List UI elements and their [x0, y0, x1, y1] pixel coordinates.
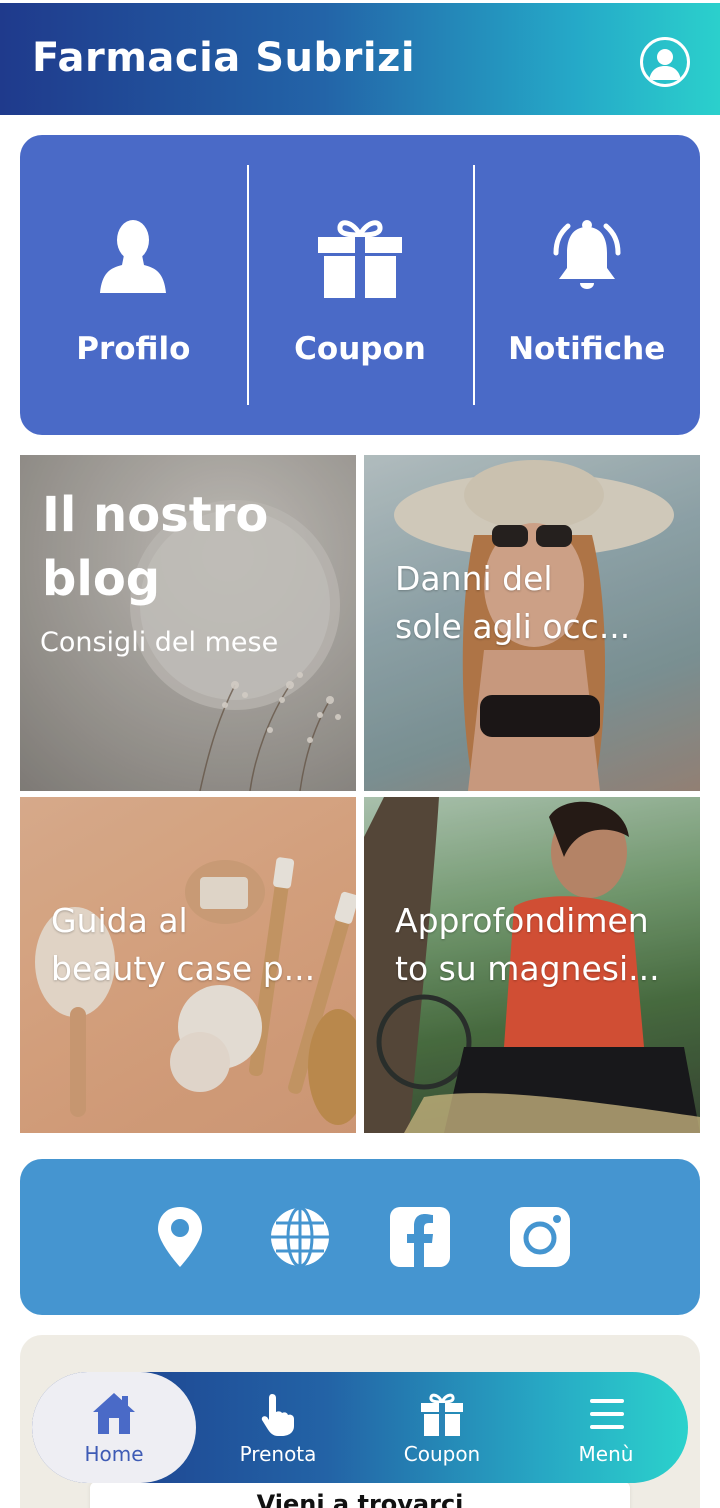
article-title: Guida al beauty case p...: [51, 897, 332, 993]
app-header: Farmacia Subrizi: [0, 0, 720, 115]
blog-tile[interactable]: Il nostro blog Consigli del mese: [20, 455, 356, 791]
article-title-line1: Guida al: [51, 901, 188, 940]
hamburger-menu-icon: [590, 1398, 624, 1429]
blog-title: Il nostro blog: [42, 483, 268, 611]
article-title-line2: to su magnesi...: [395, 949, 660, 988]
profile-button[interactable]: Profilo: [20, 135, 247, 435]
gift-icon: [421, 1393, 463, 1436]
home-icon: [93, 1392, 135, 1434]
article-title: Danni del sole agli occ...: [395, 555, 676, 651]
social-links-bar: [20, 1159, 700, 1315]
nav-coupon-label: Coupon: [403, 1441, 481, 1466]
globe-icon[interactable]: [268, 1205, 332, 1269]
blog-title-line1: Il nostro: [42, 487, 269, 543]
blog-title-line2: blog: [42, 551, 161, 607]
profile-label: Profilo: [76, 331, 191, 367]
instagram-icon[interactable]: [508, 1205, 572, 1269]
article-title-line2: beauty case p...: [51, 949, 316, 988]
visit-label: Vieni a trovarci: [256, 1490, 464, 1508]
gift-icon: [318, 220, 402, 298]
nav-prenota[interactable]: Prenota: [196, 1372, 360, 1483]
article-title-line2: sole agli occ...: [395, 607, 631, 646]
blog-subtitle: Consigli del mese: [40, 627, 279, 658]
visit-card[interactable]: Vieni a trovarci: [90, 1482, 630, 1508]
person-icon: [100, 220, 167, 293]
app-screen: Farmacia Subrizi Profilo Coupon Notifich…: [0, 0, 720, 1508]
article-title-line1: Danni del: [395, 559, 553, 598]
coupon-button[interactable]: Coupon: [246, 135, 474, 435]
article-tile[interactable]: Guida al beauty case p...: [20, 797, 356, 1133]
coupon-label: Coupon: [294, 331, 426, 367]
app-title: Farmacia Subrizi: [32, 35, 416, 81]
article-tile[interactable]: Approfondimen to su magnesi...: [364, 797, 700, 1133]
facebook-icon[interactable]: [388, 1205, 452, 1269]
hand-pointer-icon: [261, 1393, 294, 1436]
article-title: Approfondimen to su magnesi...: [395, 897, 676, 993]
nav-home[interactable]: Home: [32, 1372, 196, 1483]
nav-menu[interactable]: Menù: [524, 1372, 688, 1483]
notifications-label: Notifiche: [508, 331, 666, 367]
bell-icon: [553, 220, 621, 289]
nav-home-label: Home: [84, 1441, 144, 1466]
user-circle-icon[interactable]: [640, 37, 690, 87]
article-tile[interactable]: Danni del sole agli occ...: [364, 455, 700, 791]
notifications-button[interactable]: Notifiche: [473, 135, 700, 435]
location-pin-icon[interactable]: [148, 1205, 212, 1269]
nav-coupon[interactable]: Coupon: [360, 1372, 524, 1483]
quick-actions-panel: Profilo Coupon Notifiche: [20, 135, 700, 435]
nav-menu-label: Menù: [578, 1441, 634, 1466]
nav-prenota-label: Prenota: [239, 1441, 317, 1466]
article-title-line1: Approfondimen: [395, 901, 649, 940]
bottom-navigation: Home Prenota Coupon Menù: [32, 1372, 688, 1483]
